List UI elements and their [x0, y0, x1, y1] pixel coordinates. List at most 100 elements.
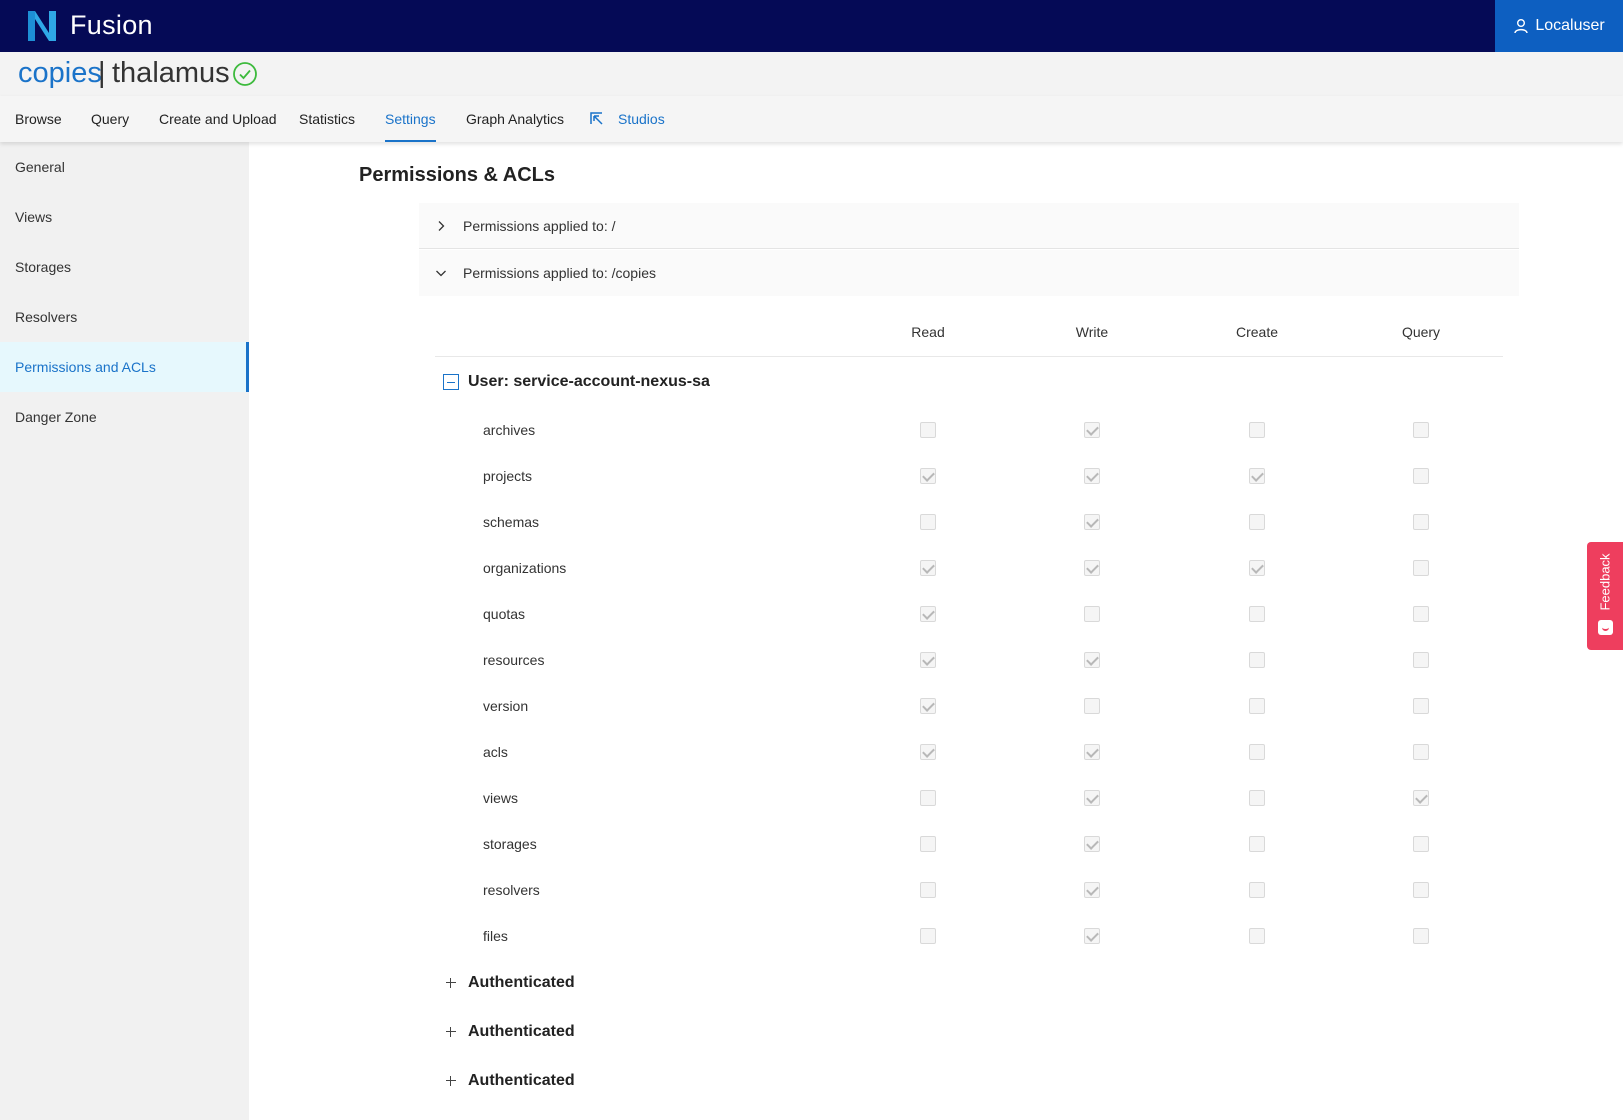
chevron-right-icon	[438, 220, 445, 231]
column-header-read: Read	[911, 324, 945, 340]
checkbox-read[interactable]	[920, 606, 936, 622]
tab-browse[interactable]: Browse	[15, 96, 62, 142]
checkbox-read[interactable]	[920, 652, 936, 668]
tab-statistics[interactable]: Statistics	[299, 96, 355, 142]
checkbox-write[interactable]	[1084, 790, 1100, 806]
checkbox-read[interactable]	[920, 468, 936, 484]
expand-group-icon[interactable]	[443, 1024, 459, 1040]
permissions-table-header: Read Write Create Query	[435, 316, 1503, 357]
sidebar-item-danger-zone[interactable]: Danger Zone	[0, 392, 249, 442]
permission-group-authenticated: Authenticated	[443, 1069, 575, 1093]
table-row: version	[435, 684, 1503, 730]
checkbox-create[interactable]	[1249, 744, 1265, 760]
tab-query[interactable]: Query	[91, 96, 129, 142]
checkbox-write[interactable]	[1084, 836, 1100, 852]
table-row: resolvers	[435, 868, 1503, 914]
checkbox-query[interactable]	[1413, 560, 1429, 576]
feedback-label: Feedback	[1597, 553, 1613, 611]
checkbox-query[interactable]	[1413, 882, 1429, 898]
checkbox-read[interactable]	[920, 882, 936, 898]
checkbox-query[interactable]	[1413, 606, 1429, 622]
collapse-group-icon[interactable]	[443, 374, 459, 390]
panel-label: Permissions applied to: /copies	[463, 265, 656, 281]
panel-header-root[interactable]: Permissions applied to: /	[419, 203, 1519, 249]
permission-name: acls	[483, 744, 508, 760]
app-title: Fusion	[70, 10, 153, 40]
sidebar-item-general[interactable]: General	[0, 142, 249, 192]
checkbox-read[interactable]	[920, 514, 936, 530]
tab-studios[interactable]: Studios	[590, 96, 665, 142]
checkbox-write[interactable]	[1084, 698, 1100, 714]
expand-group-icon[interactable]	[443, 1073, 459, 1089]
checkbox-create[interactable]	[1249, 514, 1265, 530]
permission-name: projects	[483, 468, 533, 484]
checkbox-create[interactable]	[1249, 560, 1265, 576]
permission-name: resources	[483, 652, 545, 668]
user-name: Localuser	[1535, 17, 1605, 34]
table-row: archives	[435, 408, 1503, 454]
checkbox-query[interactable]	[1413, 790, 1429, 806]
permission-name: archives	[483, 422, 536, 438]
expand-group-icon[interactable]	[443, 975, 459, 991]
user-icon	[1514, 19, 1529, 34]
checkbox-read[interactable]	[920, 422, 936, 438]
user-menu-button[interactable]: Localuser	[1495, 0, 1623, 52]
checkbox-write[interactable]	[1084, 928, 1100, 944]
checkbox-write[interactable]	[1084, 882, 1100, 898]
checkbox-create[interactable]	[1249, 698, 1265, 714]
checkbox-write[interactable]	[1084, 560, 1100, 576]
permission-name: files	[483, 928, 508, 944]
tab-settings[interactable]: Settings	[385, 96, 436, 142]
panel-label: Permissions applied to: /	[463, 217, 616, 234]
table-row: storages	[435, 822, 1503, 868]
checkbox-query[interactable]	[1413, 836, 1429, 852]
checkbox-query[interactable]	[1413, 468, 1429, 484]
checkbox-create[interactable]	[1249, 422, 1265, 438]
checkbox-write[interactable]	[1084, 422, 1100, 438]
checkbox-read[interactable]	[920, 560, 936, 576]
checkbox-query[interactable]	[1413, 514, 1429, 530]
checkbox-create[interactable]	[1249, 790, 1265, 806]
tab-graph-analytics[interactable]: Graph Analytics	[466, 96, 564, 142]
checkbox-write[interactable]	[1084, 468, 1100, 484]
permission-group-authenticated: Authenticated	[443, 971, 575, 995]
panel-header-copies[interactable]: Permissions applied to: /copies	[419, 250, 1519, 296]
checkbox-query[interactable]	[1413, 928, 1429, 944]
studios-icon	[590, 112, 603, 125]
status-check-icon	[233, 62, 257, 86]
checkbox-read[interactable]	[920, 836, 936, 852]
checkbox-create[interactable]	[1249, 882, 1265, 898]
table-row: quotas	[435, 592, 1503, 638]
permission-name: version	[483, 698, 529, 714]
nexus-logo-icon[interactable]	[26, 9, 58, 43]
checkbox-write[interactable]	[1084, 606, 1100, 622]
table-row: projects	[435, 454, 1503, 500]
sidebar-item-permissions[interactable]: Permissions and ACLs	[0, 342, 249, 392]
checkbox-write[interactable]	[1084, 514, 1100, 530]
column-header-query: Query	[1401, 324, 1441, 340]
checkbox-query[interactable]	[1413, 652, 1429, 668]
feedback-button[interactable]: Feedback	[1587, 542, 1623, 650]
sidebar-item-views[interactable]: Views	[0, 192, 249, 242]
checkbox-create[interactable]	[1249, 928, 1265, 944]
checkbox-write[interactable]	[1084, 744, 1100, 760]
checkbox-read[interactable]	[920, 790, 936, 806]
project-org-link[interactable]: copies	[18, 57, 102, 90]
sidebar-item-resolvers[interactable]: Resolvers	[0, 292, 249, 342]
project-name: thalamus	[112, 57, 230, 89]
checkbox-create[interactable]	[1249, 836, 1265, 852]
checkbox-create[interactable]	[1249, 606, 1265, 622]
tab-create-and-upload[interactable]: Create and Upload	[159, 96, 277, 142]
checkbox-query[interactable]	[1413, 422, 1429, 438]
checkbox-query[interactable]	[1413, 744, 1429, 760]
tab-studios-label: Studios	[618, 111, 665, 127]
checkbox-read[interactable]	[920, 744, 936, 760]
checkbox-query[interactable]	[1413, 698, 1429, 714]
group-label: User: service-account-nexus-sa	[468, 373, 710, 390]
checkbox-create[interactable]	[1249, 468, 1265, 484]
checkbox-create[interactable]	[1249, 652, 1265, 668]
checkbox-write[interactable]	[1084, 652, 1100, 668]
checkbox-read[interactable]	[920, 928, 936, 944]
checkbox-read[interactable]	[920, 698, 936, 714]
sidebar-item-storages[interactable]: Storages	[0, 242, 249, 292]
